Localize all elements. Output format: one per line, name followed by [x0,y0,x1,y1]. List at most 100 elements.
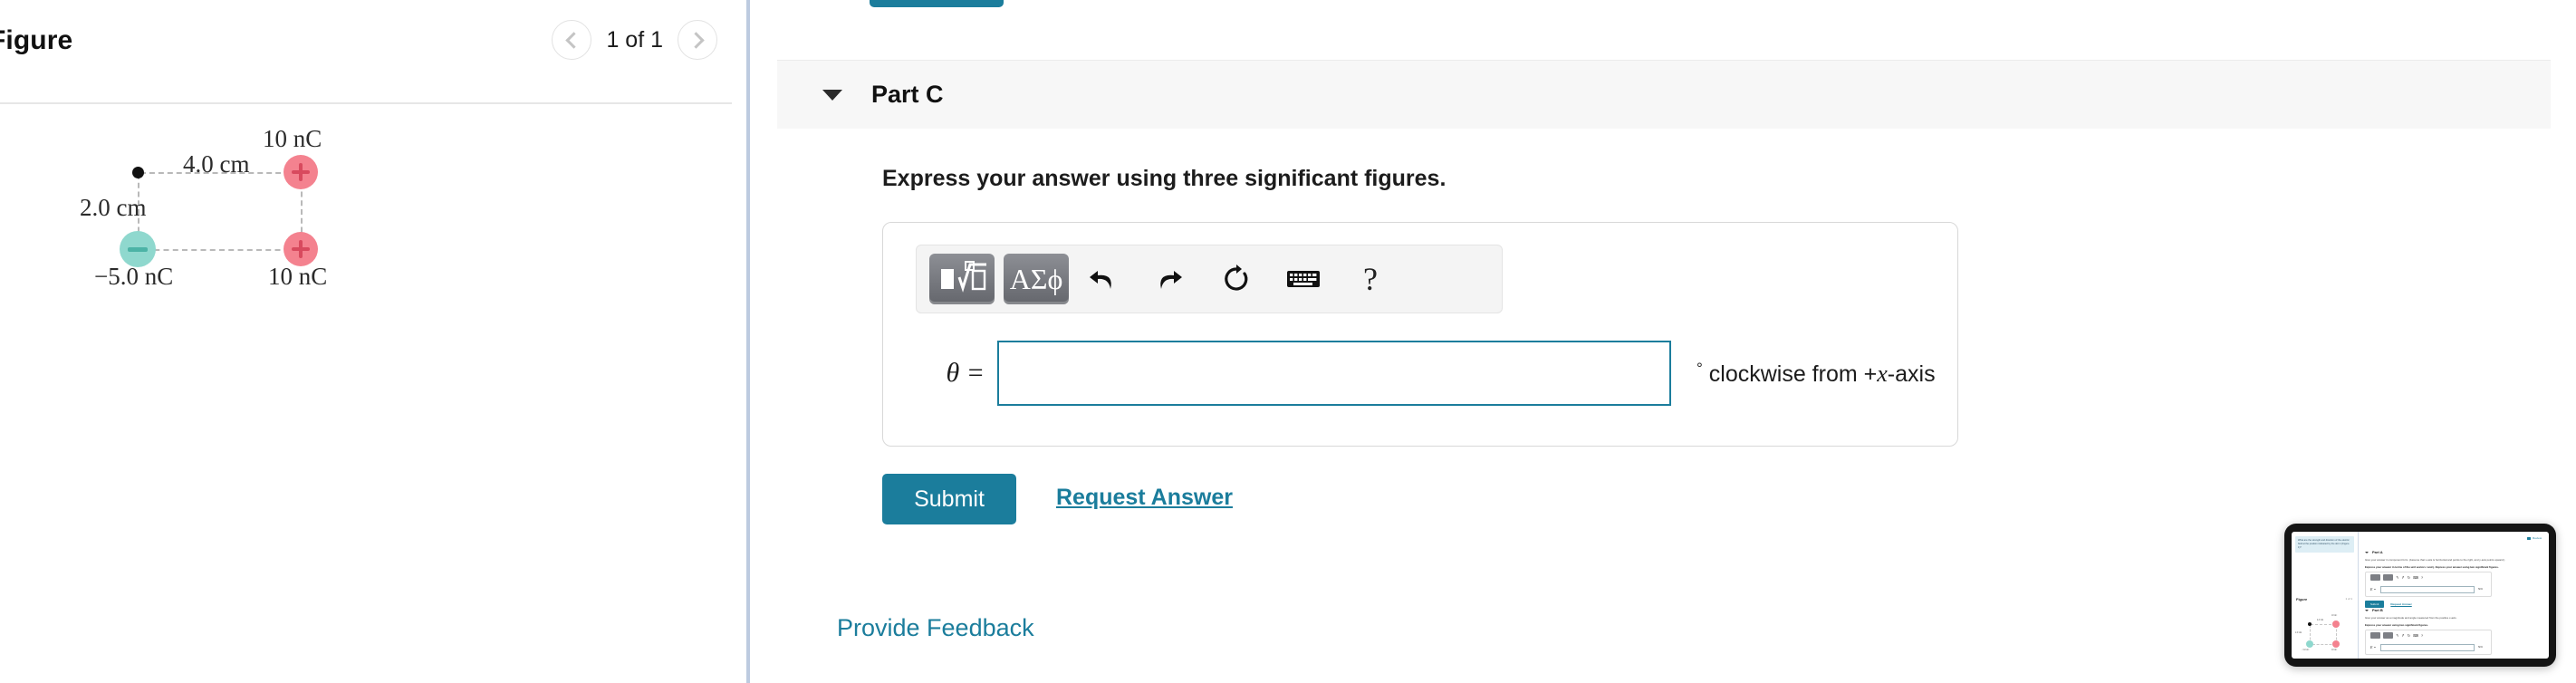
minus-icon [128,246,148,252]
pip-part-a-toolbox: ↰ ↱ ↻ ⌨ ? E = N/C [2365,572,2492,597]
part-c-header[interactable]: Part C [777,60,2551,129]
figure-header: Figure 1 of 1 [0,0,732,103]
pip-label-neg: −5.0 nC [2302,649,2310,651]
caret-down-icon [2365,609,2369,611]
figure-prev-button[interactable] [552,20,592,60]
redo-button[interactable] [1136,254,1203,304]
pip-part-a-header: Part A [2365,550,2537,554]
pip-reset-icon: ↻ [2407,633,2411,638]
pip-figure-pager: 1 of 1 [2345,597,2352,601]
pip-screen: What are the strength and direction of t… [2292,532,2549,659]
math-template-button[interactable] [929,254,995,304]
unit-math-x: x [1877,360,1888,387]
answer-entry-box: ΑΣϕ ? θ = ° clockwise from +x-axis [882,222,1958,447]
greek-symbols-label: ΑΣϕ [1009,263,1063,295]
chevron-left-icon [565,31,582,49]
page-title: Figure [0,25,73,55]
figure-counter: 1 of 1 [606,26,663,53]
charge-diagram: 10 nC 10 nC −5.0 nC 4.0 cm 2.0 cm [0,109,732,670]
previous-part-submit-button[interactable] [870,0,1004,7]
pip-part-b-variable: E = [2370,645,2377,649]
keyboard-button[interactable] [1270,254,1337,304]
pip-prompt-body: What are the strength and direction of t… [2298,539,2350,549]
label-top-charge: 10 nC [263,125,322,152]
pip-help-icon: ? [2420,575,2424,580]
pip-prompt-text: What are the strength and direction of t… [2295,536,2354,553]
pip-problem-column: Review Part A Give your answer in compon… [2359,532,2549,659]
help-button[interactable]: ? [1337,254,1404,304]
greek-symbols-button[interactable]: ΑΣϕ [1004,254,1069,304]
pip-part-a: Part A Give your answer in component for… [2365,550,2537,608]
pip-part-b-title: Part B [2372,608,2383,612]
unit-suffix: -axis [1887,361,1936,387]
pip-part-a-toolbar: ↰ ↱ ↻ ⌨ ? [2366,572,2491,581]
pip-label-top: 10 nC [2331,614,2338,617]
pip-part-b: Part B Give your answer as a magnitude a… [2365,608,2537,659]
charge-bottom-right [284,232,318,266]
label-vertical-distance: 2.0 cm [80,194,147,221]
pip-part-b-line2: Express your answer using two significan… [2365,623,2428,627]
pip-figure-title: Figure [2296,597,2308,601]
pip-undo-icon: ↰ [2396,575,2399,580]
pip-greek-icon [2383,632,2393,639]
pip-part-a-variable: E = [2370,587,2377,592]
pip-label-hdist: 4.0 cm [2317,619,2324,621]
redo-arrow-icon [1160,271,1182,289]
pip-keyboard-icon: ⌨ [2413,575,2418,580]
pip-figure-column: What are the strength and direction of t… [2292,532,2359,659]
pip-charge-bottom-right [2332,640,2340,648]
pip-review-button[interactable]: Review [2527,536,2542,540]
charge-bottom-left [120,231,156,267]
answer-unit-label: ° clockwise from +x-axis [1697,360,1936,388]
submit-button[interactable]: Submit [882,474,1016,524]
reset-circular-arrow-icon [1225,265,1248,291]
pip-undo-icon: ↰ [2396,633,2399,638]
pip-part-b-line1: Give your answer as a magnitude and angl… [2365,616,2457,620]
pip-charge-bottom-left [2306,640,2313,648]
pip-field-point [2308,622,2312,626]
figure-header-divider [0,102,732,104]
instruction-text: Express your answer using three signific… [882,166,1447,191]
dash-bottom [145,249,299,251]
degree-symbol: ° [1697,359,1703,377]
pip-part-b-header: Part B [2365,608,2537,612]
pip-math-template-icon [2370,632,2380,639]
label-negative-charge: −5.0 nC [94,263,174,290]
unit-prefix: clockwise from + [1702,361,1878,387]
undo-arrow-icon [1090,271,1111,289]
pip-greek-icon [2383,574,2393,581]
help-label: ? [1363,261,1378,297]
caret-down-icon[interactable] [822,89,842,101]
figure-next-button[interactable] [678,20,717,60]
pip-review-icon [2527,536,2532,540]
reset-button[interactable] [1203,254,1270,304]
pip-part-a-title: Part A [2372,550,2383,554]
pip-part-a-input[interactable] [2380,586,2475,593]
math-template-icon [941,261,986,293]
undo-button[interactable] [1069,254,1136,304]
pip-part-b-toolbox: ↰ ↱ ↻ ⌨ ? E = N/C [2365,630,2492,655]
pip-redo-icon: ↱ [2401,633,2405,638]
request-answer-link[interactable]: Request Answer [1056,485,1233,511]
part-title: Part C [871,81,944,108]
pip-help-icon: ? [2420,633,2424,638]
picture-in-picture-thumbnail[interactable]: What are the strength and direction of t… [2284,524,2556,667]
pip-math-template-icon [2370,574,2380,581]
pip-charge-top-right [2332,620,2340,628]
pip-part-a-submit[interactable]: Submit [2365,601,2385,608]
caret-down-icon [2365,551,2369,553]
pip-label-bottom: 10 nC [2331,649,2338,651]
pip-part-a-line1: Give your answer in component form. (Ass… [2365,558,2505,562]
screenshot-root: Figure 1 of 1 [0,0,2576,683]
charge-top-right [284,155,318,189]
pip-redo-icon: ↱ [2401,575,2405,580]
pip-part-b-toolbar: ↰ ↱ ↻ ⌨ ? [2366,630,2491,639]
pip-part-b-input[interactable] [2380,644,2475,651]
theta-label: θ = [946,358,985,388]
pip-reset-icon: ↻ [2407,575,2411,580]
pip-part-b-unit: N/C [2478,645,2484,649]
answer-input[interactable] [997,341,1671,406]
pip-part-a-request[interactable]: Request Answer [2390,602,2411,606]
provide-feedback-link[interactable]: Provide Feedback [837,614,1034,642]
label-bottom-charge: 10 nC [268,263,328,290]
